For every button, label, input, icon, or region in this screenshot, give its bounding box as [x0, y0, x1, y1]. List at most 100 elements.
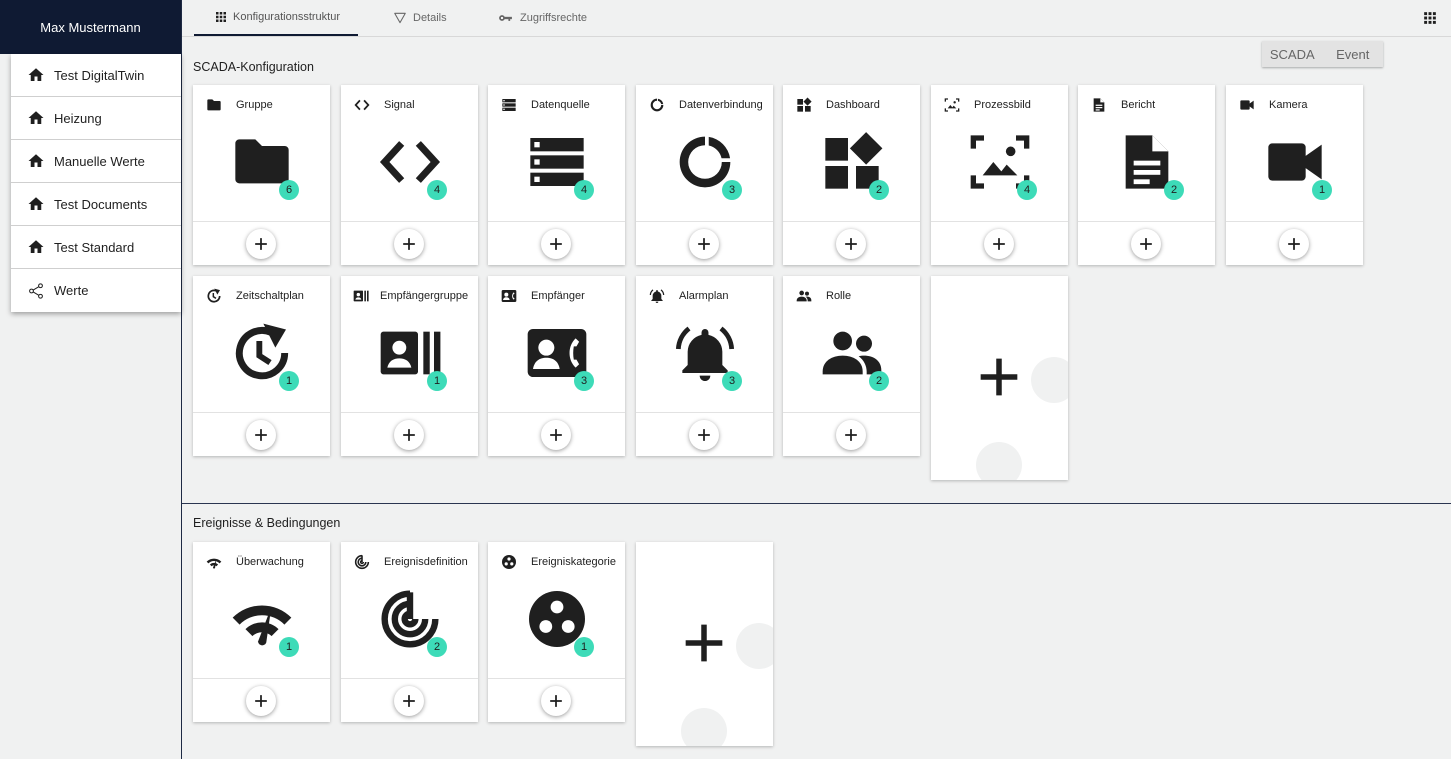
add-scada-component-tile[interactable]	[931, 276, 1068, 480]
sidebar-item-heizung[interactable]: Heizung	[11, 97, 181, 140]
image-frame-icon	[944, 97, 960, 113]
card-empfaenger[interactable]: Empfänger 3	[488, 276, 625, 456]
user-name[interactable]: Max Mustermann	[0, 0, 181, 54]
card-label: Signal	[384, 99, 415, 111]
sidebar-nav: Test DigitalTwin Heizung Manuelle Werte …	[11, 54, 181, 312]
plus-icon	[402, 428, 416, 442]
mode-event-button[interactable]: Event	[1323, 41, 1384, 67]
card-prozessbild[interactable]: Prozessbild 4	[931, 85, 1068, 265]
add-signal-button[interactable]	[394, 229, 424, 259]
count-badge: 1	[574, 637, 594, 657]
card-label: Ereigniskategorie	[531, 556, 616, 568]
contact-group-icon	[353, 288, 369, 304]
plus-icon	[697, 428, 711, 442]
add-bericht-button[interactable]	[1131, 229, 1161, 259]
count-badge: 1	[279, 637, 299, 657]
plus-icon	[254, 428, 268, 442]
plus-icon	[254, 694, 268, 708]
card-ereignisdefinition[interactable]: Ereignisdefinition 2	[341, 542, 478, 722]
sidebar-item-label: Test DigitalTwin	[54, 67, 145, 83]
sidebar-item-label: Werte	[54, 283, 89, 298]
card-label: Datenverbindung	[679, 99, 763, 111]
add-datenquelle-button[interactable]	[541, 229, 571, 259]
key-icon	[497, 11, 514, 25]
card-rolle[interactable]: Rolle 2	[783, 276, 920, 456]
plus-icon	[402, 237, 416, 251]
tab-details[interactable]: Details	[393, 0, 447, 36]
sidebar-item-manuelle-werte[interactable]: Manuelle Werte	[11, 140, 181, 183]
card-datenverbindung[interactable]: Datenverbindung 3	[636, 85, 773, 265]
card-bericht[interactable]: Bericht 2	[1078, 85, 1215, 265]
sidebar-item-test-standard[interactable]: Test Standard	[11, 226, 181, 269]
folder-icon	[206, 97, 222, 113]
card-label: Datenquelle	[531, 99, 590, 111]
schedule-icon	[206, 288, 222, 304]
plus-icon	[977, 355, 1021, 399]
card-gruppe[interactable]: Gruppe 6	[193, 85, 330, 265]
add-alarmplan-button[interactable]	[689, 420, 719, 450]
puzzle-knob	[736, 623, 773, 669]
people-icon	[796, 288, 812, 304]
card-ueberwachung[interactable]: Überwachung 1	[193, 542, 330, 722]
card-kamera[interactable]: Kamera 1	[1226, 85, 1363, 265]
add-ereignisdefinition-button[interactable]	[394, 686, 424, 716]
card-alarmplan[interactable]: Alarmplan 3	[636, 276, 773, 456]
count-badge: 2	[869, 180, 889, 200]
card-ereigniskategorie[interactable]: Ereigniskategorie 1	[488, 542, 625, 722]
add-empfaenger-button[interactable]	[541, 420, 571, 450]
sidebar-item-test-documents[interactable]: Test Documents	[11, 183, 181, 226]
add-zeitschaltplan-button[interactable]	[246, 420, 276, 450]
card-dashboard[interactable]: Dashboard 2	[783, 85, 920, 265]
speed-icon	[206, 554, 222, 570]
tab-zugriffsrechte[interactable]: Zugriffsrechte	[497, 0, 587, 36]
add-rolle-button[interactable]	[836, 420, 866, 450]
sidebar-item-werte[interactable]: Werte	[11, 269, 181, 312]
count-badge: 4	[427, 180, 447, 200]
share-icon	[27, 282, 45, 300]
videocam-icon	[1239, 97, 1255, 113]
sidebar-item-label: Heizung	[54, 110, 102, 126]
tab-bar: Konfigurationsstruktur Details Zugriffsr…	[182, 0, 1451, 37]
apps-menu-icon[interactable]	[1423, 11, 1437, 25]
add-ereigniskategorie-button[interactable]	[541, 686, 571, 716]
home-icon	[27, 195, 45, 213]
tab-konfigurationsstruktur[interactable]: Konfigurationsstruktur	[194, 0, 358, 36]
count-badge: 1	[427, 371, 447, 391]
plus-icon	[682, 621, 726, 665]
mode-scada-button[interactable]: SCADA	[1262, 41, 1323, 67]
add-ueberwachung-button[interactable]	[246, 686, 276, 716]
add-event-component-tile[interactable]	[636, 542, 773, 746]
card-label: Überwachung	[236, 556, 304, 568]
card-empfaengergruppe[interactable]: Empfängergruppe 1	[341, 276, 478, 456]
plus-icon	[402, 694, 416, 708]
card-label: Empfänger	[531, 290, 585, 302]
add-datenverbindung-button[interactable]	[689, 229, 719, 259]
add-prozessbild-button[interactable]	[984, 229, 1014, 259]
add-empfaengergruppe-button[interactable]	[394, 420, 424, 450]
add-kamera-button[interactable]	[1279, 229, 1309, 259]
card-label: Prozessbild	[974, 99, 1031, 111]
card-label: Gruppe	[236, 99, 273, 111]
card-signal[interactable]: Signal 4	[341, 85, 478, 265]
count-badge: 4	[574, 180, 594, 200]
puzzle-knob	[681, 708, 727, 746]
home-icon	[27, 109, 45, 127]
sidebar-item-label: Manuelle Werte	[54, 153, 145, 169]
count-badge: 3	[722, 180, 742, 200]
card-label: Alarmplan	[679, 290, 729, 302]
section-title-scada: SCADA-Konfiguration	[193, 60, 314, 74]
widgets-icon	[796, 97, 812, 113]
tab-label: Konfigurationsstruktur	[233, 11, 340, 23]
card-datenquelle[interactable]: Datenquelle 4	[488, 85, 625, 265]
card-zeitschaltplan[interactable]: Zeitschaltplan 1	[193, 276, 330, 456]
sidebar-item-test-digitaltwin[interactable]: Test DigitalTwin	[11, 54, 181, 97]
sidebar: Max Mustermann Test DigitalTwin Heizung …	[0, 0, 182, 759]
card-label: Ereignisdefinition	[384, 556, 468, 568]
add-gruppe-button[interactable]	[246, 229, 276, 259]
count-badge: 6	[279, 180, 299, 200]
storage-icon	[501, 97, 517, 113]
plus-icon	[992, 237, 1006, 251]
count-badge: 1	[279, 371, 299, 391]
add-dashboard-button[interactable]	[836, 229, 866, 259]
home-icon	[27, 152, 45, 170]
